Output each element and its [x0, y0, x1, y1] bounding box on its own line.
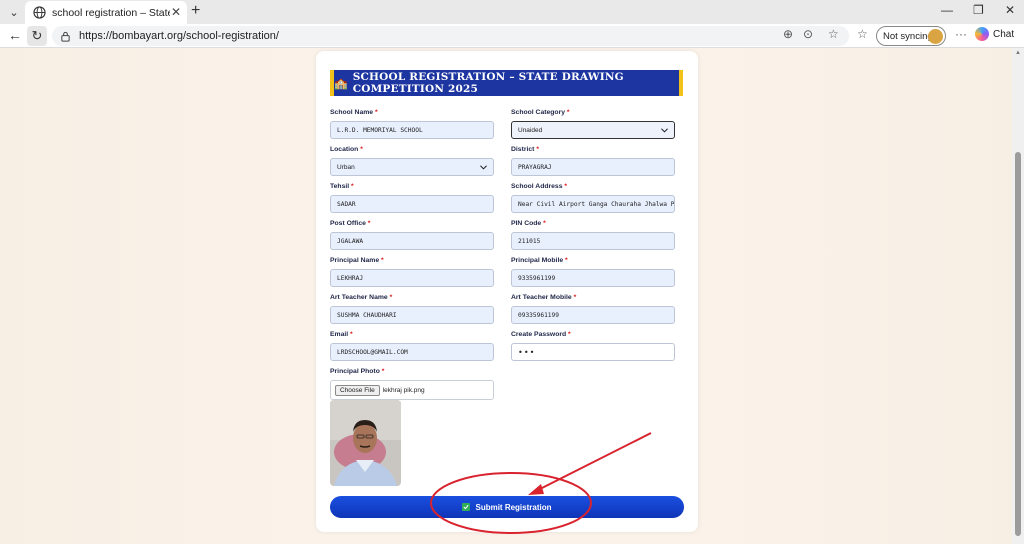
create-password-input[interactable]: ••• — [511, 343, 675, 361]
check-icon — [462, 503, 471, 511]
scroll-up-icon[interactable]: ▲ — [1015, 50, 1021, 56]
school-address-label: School Address — [511, 183, 563, 190]
location-group: Location * Urban — [330, 145, 494, 176]
refresh-icon[interactable]: ↻ — [27, 26, 47, 46]
post-office-label: Post Office — [330, 220, 366, 227]
address-toolbar: ← ↻ https://bombayart.org/school-registr… — [0, 24, 1024, 48]
restore-icon[interactable]: ❐ — [973, 3, 984, 17]
principal-name-group: Principal Name * LEKHRAJ — [330, 256, 494, 287]
principal-mobile-input[interactable]: 9335961199 — [511, 269, 675, 287]
active-tab[interactable]: school registration – State Level D ✕ — [25, 1, 187, 24]
avatar — [928, 29, 943, 44]
tab-actions-chevron-icon[interactable]: ⌄ — [5, 3, 23, 21]
chat-label: Chat — [993, 28, 1015, 40]
portrait-image — [330, 400, 401, 486]
school-address-group: School Address * Near Civil Airport Gang… — [511, 182, 675, 213]
site-info-icon[interactable] — [60, 31, 71, 42]
school-category-select[interactable]: Unaided — [511, 121, 675, 139]
art-teacher-mobile-label: Art Teacher Mobile — [511, 294, 572, 301]
choose-file-button[interactable]: Choose File — [335, 384, 380, 396]
email-input[interactable]: LRDSCHOOL@GMAIL.COM — [330, 343, 494, 361]
location-select[interactable]: Urban — [330, 158, 494, 176]
create-password-group: Create Password * ••• — [511, 330, 675, 361]
create-password-label: Create Password — [511, 331, 567, 338]
school-name-group: School Name * L.R.D. MEMORIYAL SCHOOL — [330, 108, 494, 139]
chevron-down-icon — [480, 164, 487, 170]
art-teacher-name-group: Art Teacher Name * SUSHMA CHAUDHARI — [330, 293, 494, 324]
district-group: District * PRAYAGRAJ — [511, 145, 675, 176]
principal-photo-label: Principal Photo — [330, 368, 380, 375]
submit-registration-button[interactable]: Submit Registration — [330, 496, 684, 518]
settings-more-icon[interactable]: ··· — [955, 27, 967, 41]
globe-icon — [33, 6, 46, 19]
close-tab-icon[interactable]: ✕ — [171, 5, 181, 19]
school-address-input[interactable]: Near Civil Airport Ganga Chauraha Jhalwa… — [511, 195, 675, 213]
address-bar[interactable]: https://bombayart.org/school-registratio… — [52, 26, 849, 46]
tehsil-label: Tehsil — [330, 183, 350, 190]
district-label: District — [511, 146, 535, 153]
zoom-icon[interactable]: ⊕ — [783, 27, 793, 41]
page-viewport: 🏫 SCHOOL REGISTRATION – STATE DRAWING CO… — [0, 48, 1012, 544]
school-icon: 🏫 — [334, 77, 348, 90]
tab-title: school registration – State Level D — [52, 6, 170, 19]
new-tab-icon[interactable]: + — [191, 2, 200, 20]
art-teacher-name-input[interactable]: SUSHMA CHAUDHARI — [330, 306, 494, 324]
vertical-scrollbar[interactable]: ▲ — [1012, 48, 1024, 544]
location-value: Urban — [337, 163, 355, 171]
minimize-icon[interactable]: — — [941, 3, 953, 17]
url-text: https://bombayart.org/school-registratio… — [79, 30, 279, 42]
art-teacher-name-label: Art Teacher Name — [330, 294, 388, 301]
principal-photo-preview — [330, 400, 401, 486]
pin-code-group: PIN Code * 211015 — [511, 219, 675, 250]
profile-sync-button[interactable]: Not syncing — [876, 26, 946, 46]
principal-mobile-label: Principal Mobile — [511, 257, 564, 264]
tehsil-group: Tehsil * SADAR — [330, 182, 494, 213]
chevron-down-icon — [661, 127, 668, 133]
more-tools-icon[interactable]: ⊙ — [803, 27, 813, 41]
location-label: Location — [330, 146, 359, 153]
principal-name-label: Principal Name — [330, 257, 380, 264]
close-window-icon[interactable]: ✕ — [1005, 3, 1015, 17]
registration-card: 🏫 SCHOOL REGISTRATION – STATE DRAWING CO… — [316, 51, 698, 532]
email-group: Email * LRDSCHOOL@GMAIL.COM — [330, 330, 494, 361]
art-teacher-mobile-input[interactable]: 09335961199 — [511, 306, 675, 324]
post-office-input[interactable]: JGALAWA — [330, 232, 494, 250]
principal-photo-file-input[interactable]: Choose File lekhraj pik.png — [330, 380, 494, 400]
back-arrow-icon[interactable]: ← — [8, 27, 22, 43]
principal-photo-group: Principal Photo * Choose File lekhraj pi… — [330, 367, 494, 400]
sync-label: Not syncing — [883, 30, 933, 42]
email-label: Email — [330, 331, 349, 338]
school-category-label: School Category — [511, 109, 566, 116]
scroll-thumb[interactable] — [1015, 152, 1021, 536]
school-category-group: School Category * Unaided — [511, 108, 675, 139]
selected-file-name: lekhraj pik.png — [382, 386, 425, 394]
principal-name-input[interactable]: LEKHRAJ — [330, 269, 494, 287]
favorites-icon[interactable]: ☆ — [857, 27, 868, 41]
copilot-icon — [975, 27, 989, 41]
form-banner: 🏫 SCHOOL REGISTRATION – STATE DRAWING CO… — [330, 70, 683, 96]
principal-mobile-group: Principal Mobile * 9335961199 — [511, 256, 675, 287]
post-office-group: Post Office * JGALAWA — [330, 219, 494, 250]
tehsil-input[interactable]: SADAR — [330, 195, 494, 213]
copilot-chat-button[interactable]: Chat — [975, 27, 1014, 41]
banner-title: SCHOOL REGISTRATION – STATE DRAWING COMP… — [352, 71, 624, 95]
pin-code-label: PIN Code — [511, 220, 542, 227]
district-input[interactable]: PRAYAGRAJ — [511, 158, 675, 176]
art-teacher-mobile-group: Art Teacher Mobile * 09335961199 — [511, 293, 675, 324]
submit-label: Submit Registration — [475, 502, 552, 512]
school-name-label: School Name — [330, 109, 374, 116]
pin-code-input[interactable]: 211015 — [511, 232, 675, 250]
school-name-input[interactable]: L.R.D. MEMORIYAL SCHOOL — [330, 121, 494, 139]
school-category-value: Unaided — [518, 126, 543, 134]
favorite-star-icon[interactable]: ☆ — [828, 27, 839, 41]
tab-strip: ⌄ school registration – State Level D ✕ … — [0, 0, 1024, 24]
